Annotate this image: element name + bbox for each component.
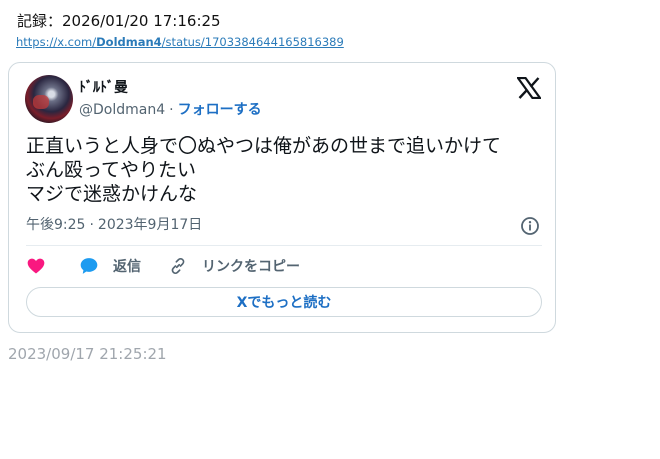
tweet-time: 午後9:25 bbox=[26, 217, 86, 233]
read-more-button[interactable]: Xでもっと読む bbox=[26, 287, 542, 317]
copy-link-button[interactable]: リンクをコピー bbox=[168, 255, 300, 277]
permalink-prefix: https://x.com/ bbox=[16, 35, 97, 49]
user-handle[interactable]: @Doldman4 bbox=[79, 102, 165, 118]
permalink-user: Doldman4 bbox=[96, 35, 162, 49]
tweet-date: 2023年9月17日 bbox=[97, 217, 203, 233]
tweet-permalink[interactable]: https://x.com/Doldman4/status/1703384644… bbox=[16, 35, 344, 49]
heart-icon bbox=[27, 258, 45, 274]
display-name[interactable]: ﾄﾞﾙﾄﾞ曼 bbox=[79, 78, 128, 98]
handle-line: @Doldman4 · フォローする bbox=[79, 100, 262, 120]
reply-button[interactable]: 返信 bbox=[79, 255, 141, 277]
like-button[interactable] bbox=[26, 255, 46, 277]
tweet-timestamp[interactable]: 午後9:25 · 2023年9月17日 bbox=[26, 215, 202, 235]
tweet-actions: 返信 リンクをコピー bbox=[26, 255, 546, 277]
tweet-text: 正直いうと人身で〇ぬやつは俺があの世まで追いかけて ぶん殴ってやりたい マジで迷… bbox=[26, 135, 502, 205]
timestamp-separator: · bbox=[89, 217, 94, 233]
info-icon[interactable] bbox=[520, 216, 540, 236]
speech-bubble-icon bbox=[80, 258, 98, 274]
separator-dot: · bbox=[169, 102, 174, 118]
embedded-tweet-card: ﾄﾞﾙﾄﾞ曼 @Doldman4 · フォローする 正直いうと人身で〇ぬやつは俺があ… bbox=[8, 62, 556, 333]
avatar[interactable] bbox=[25, 75, 73, 123]
reply-label: 返信 bbox=[113, 259, 141, 275]
permalink-suffix: /status/1703384644165816389 bbox=[161, 35, 344, 49]
footer-date: 2023/09/17 21:25:21 bbox=[8, 345, 167, 363]
copy-link-label: リンクをコピー bbox=[202, 259, 300, 275]
x-logo-icon[interactable] bbox=[517, 77, 541, 99]
divider bbox=[26, 245, 542, 246]
link-icon bbox=[171, 257, 185, 275]
follow-button[interactable]: フォローする bbox=[178, 102, 262, 118]
record-timestamp: 記録：2026/01/20 17:16:25 bbox=[17, 12, 221, 30]
